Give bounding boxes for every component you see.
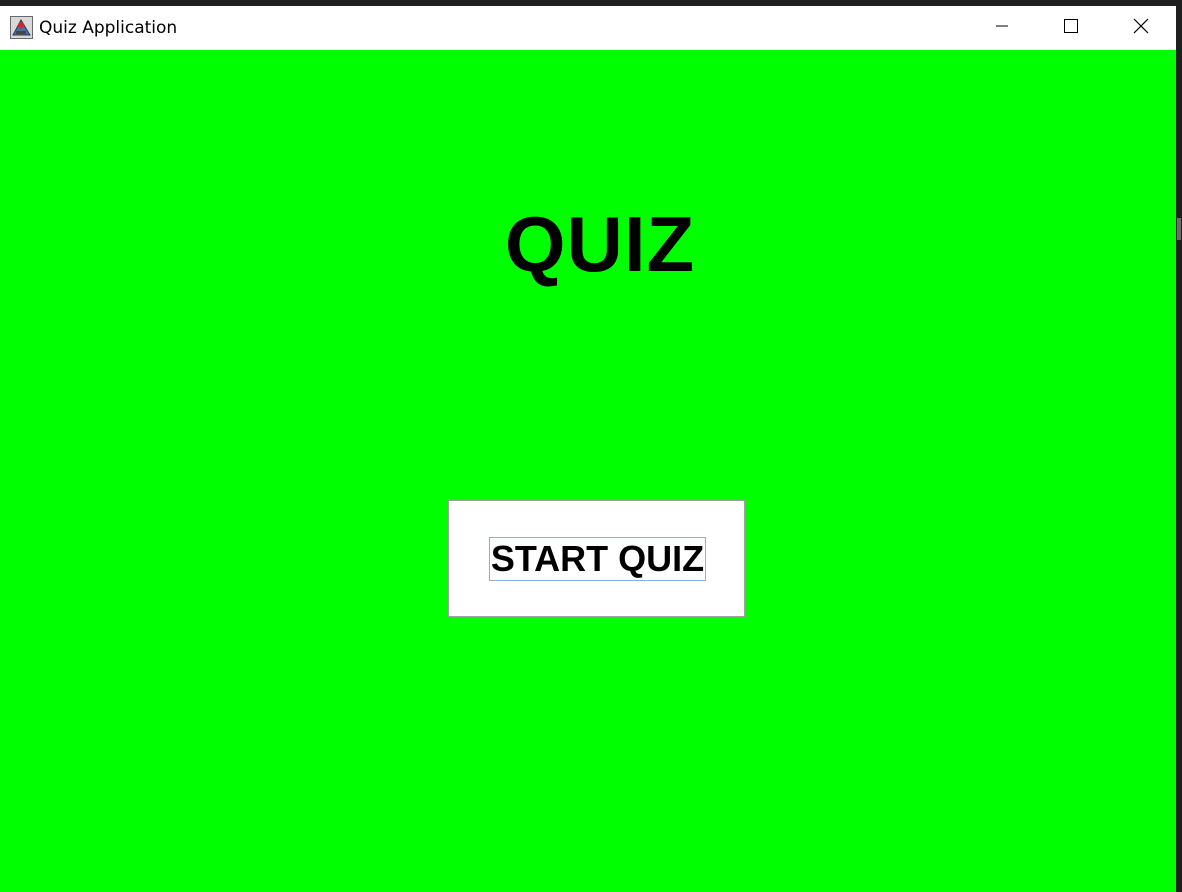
minimize-icon — [996, 19, 1008, 37]
maximize-button[interactable] — [1036, 6, 1106, 50]
close-button[interactable] — [1106, 6, 1176, 50]
close-icon — [1133, 18, 1149, 39]
maximize-icon — [1064, 18, 1078, 38]
page-title: QUIZ — [504, 200, 696, 288]
start-quiz-button[interactable]: START QUIZ — [448, 500, 745, 617]
quiz-start-panel: QUIZ START QUIZ — [0, 50, 1176, 892]
java-app-icon — [10, 16, 33, 39]
quiz-application-window: Quiz Application QUIZ START QUIZ — [0, 6, 1176, 892]
window-title: Quiz Application — [39, 18, 178, 38]
desktop-background-edge — [1176, 0, 1182, 892]
background-edge-marker — [1177, 218, 1181, 240]
start-quiz-button-label: START QUIZ — [490, 538, 705, 579]
minimize-button[interactable] — [967, 6, 1037, 50]
title-bar[interactable]: Quiz Application — [0, 6, 1176, 50]
